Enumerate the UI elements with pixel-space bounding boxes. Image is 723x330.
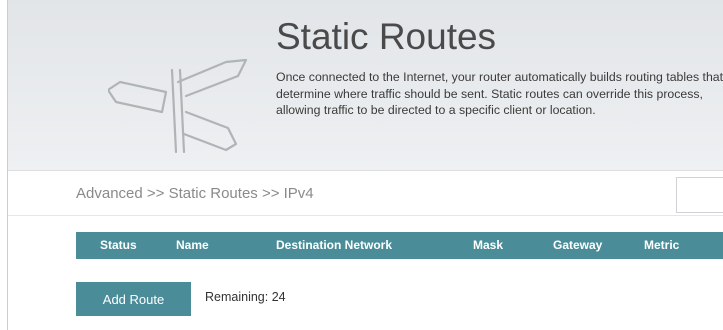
- app-frame: Static Routes Once connected to the Inte…: [7, 0, 723, 330]
- column-destination-network: Destination Network: [276, 238, 393, 252]
- breadcrumb-action-box[interactable]: [676, 177, 723, 213]
- routes-table-header: Status Name Destination Network Mask Gat…: [76, 232, 723, 259]
- column-metric: Metric: [644, 238, 680, 252]
- column-mask: Mask: [473, 238, 504, 252]
- column-gateway: Gateway: [553, 238, 603, 252]
- breadcrumb: Advanced >> Static Routes >> IPv4: [76, 185, 314, 202]
- signpost-icon: [108, 58, 248, 154]
- column-status: Status: [100, 238, 137, 252]
- hero-banner: Static Routes Once connected to the Inte…: [8, 0, 723, 171]
- breadcrumb-bar: Advanced >> Static Routes >> IPv4: [8, 171, 723, 216]
- add-route-button[interactable]: Add Route: [76, 282, 191, 316]
- column-name: Name: [176, 238, 209, 252]
- remaining-count: Remaining: 24: [205, 290, 286, 304]
- page-description: Once connected to the Internet, your rou…: [276, 70, 723, 117]
- page-title: Static Routes: [276, 16, 497, 57]
